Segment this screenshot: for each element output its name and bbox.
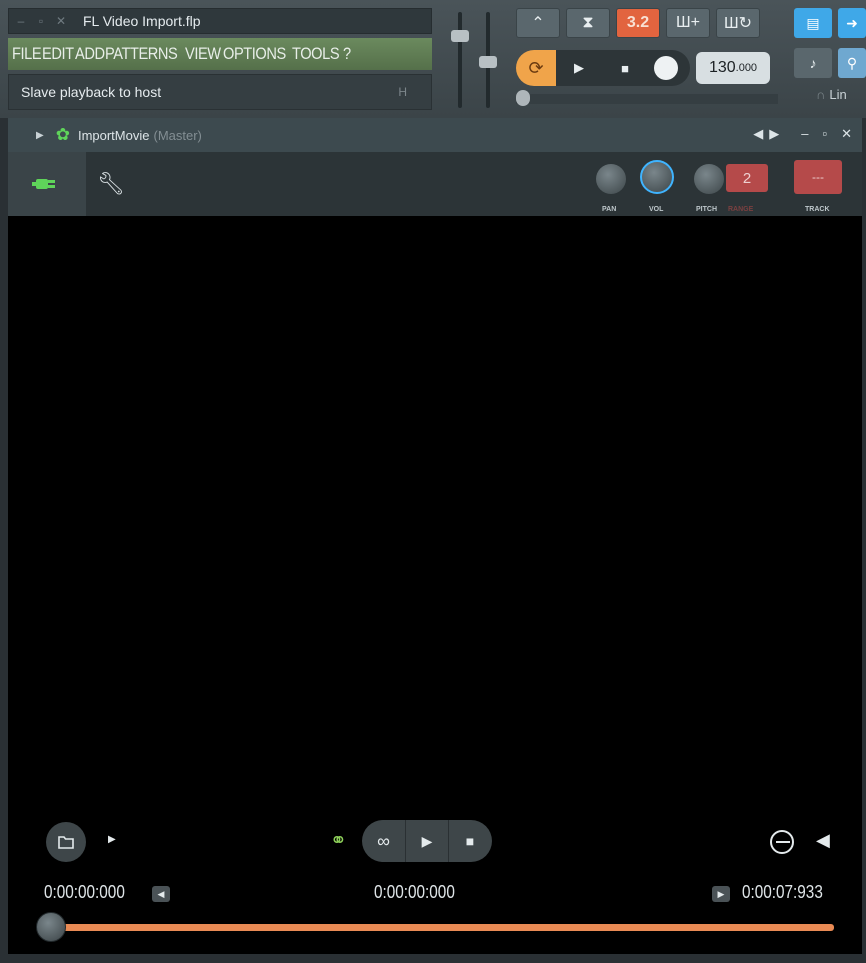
menu-add[interactable]: ADD [75, 44, 105, 64]
time-end: 0:00:07:933 [742, 882, 823, 902]
menu-patterns[interactable]: PATTERNS [105, 44, 178, 64]
song-position-thumb[interactable] [516, 90, 530, 106]
tempo-fraction: .000 [735, 62, 758, 74]
stop-video-icon[interactable]: ■ [448, 820, 491, 862]
volume-icon[interactable]: ◀ [816, 830, 830, 851]
song-position-track[interactable] [516, 94, 778, 104]
play-video-icon[interactable]: ▶ [405, 820, 448, 862]
window-controls: ◀ ▶ – ▫ ✕ [753, 126, 852, 142]
menu-view[interactable]: VIEW [185, 44, 221, 64]
menu-arrow-icon[interactable]: ▶ [108, 834, 116, 845]
toolbar-buttons: ⌃ ⧗ 3.2 Ш+ Ш↻ [516, 8, 760, 38]
fl-toolbar: – ▫ ✕ FL Video Import.flp FILE EDIT ADD … [0, 0, 866, 118]
magnet-icon: ∩ [816, 86, 826, 102]
link-icon[interactable]: ⚲ [838, 48, 866, 78]
hint-bar: Slave playback to host H [8, 74, 432, 110]
menu-help[interactable]: ? [343, 44, 351, 64]
tempo-integer: 130 [708, 59, 736, 76]
plugin-tab[interactable] [8, 152, 86, 216]
master-volume-fader[interactable] [451, 30, 469, 42]
main-menu: FILE EDIT ADD PATTERNS VIEW OPTIONS TOOL… [8, 38, 432, 70]
pitch-knob[interactable] [694, 164, 724, 194]
pattern-song-display[interactable]: 3.2 [616, 8, 660, 38]
video-area [8, 216, 862, 806]
step-forward-icon[interactable]: ▶ [712, 886, 730, 902]
settings-tab[interactable]: 🔧︎ [86, 152, 136, 216]
menu-tools[interactable]: TOOLS [292, 44, 340, 64]
tempo-display[interactable]: 130.000 [696, 52, 770, 84]
step-back-icon[interactable]: ◀ [152, 886, 170, 902]
seek-thumb[interactable] [36, 912, 66, 942]
snap-value: Lin [829, 86, 847, 102]
transport-controls: ▶ ■ [556, 50, 690, 86]
stop-icon[interactable]: ■ [602, 50, 648, 86]
time-current: 0:00:00:000 [374, 882, 455, 902]
maximize-icon[interactable]: ▫ [33, 13, 49, 29]
piano-roll-icon[interactable]: ♪ [794, 48, 832, 78]
expand-icon[interactable]: ▶ [36, 130, 44, 141]
track-label: TRACK [805, 206, 830, 213]
close-window-icon[interactable]: ✕ [841, 126, 852, 142]
snap-label[interactable]: ∩ Lin [816, 82, 866, 106]
wrench-icon: 🔧︎ [97, 171, 125, 196]
wait-for-input-icon[interactable]: ⧗ [566, 8, 610, 38]
minimize-window-icon[interactable]: – [801, 126, 808, 142]
open-file-button[interactable] [46, 822, 86, 862]
record-icon[interactable] [654, 56, 678, 80]
vol-label: VOL [649, 206, 664, 213]
seek-bar[interactable] [48, 924, 834, 931]
minimize-icon[interactable]: – [13, 13, 29, 29]
time-start: 0:00:00:000 [44, 882, 125, 902]
mixer-track-selector[interactable]: --- [794, 160, 842, 194]
plugin-title-bar[interactable]: ▶ ✿ ImportMovie (Master) ◀ ▶ – ▫ ✕ [8, 118, 862, 152]
metronome-button[interactable]: ⌃ [516, 8, 560, 38]
playback-controls: ∞ ▶ ■ [362, 820, 492, 862]
folder-icon [58, 836, 74, 849]
hint-text: Slave playback to host [21, 84, 162, 100]
volume-knob[interactable] [640, 160, 674, 194]
pitch-range-value[interactable]: 2 [726, 164, 768, 192]
pan-knob[interactable] [596, 164, 626, 194]
file-title: FL Video Import.flp [83, 13, 201, 29]
plugin-name: ImportMovie [77, 127, 150, 143]
range-label: RANGE [728, 206, 754, 213]
plug-icon [32, 179, 55, 189]
arrow-right-icon[interactable]: ➜ [838, 8, 866, 38]
maximize-window-icon[interactable]: ▫ [822, 126, 827, 142]
transport: ⟳ ▶ ■ 130.000 [516, 50, 770, 86]
pattern-song-toggle[interactable]: ⟳ [516, 50, 556, 86]
play-icon[interactable]: ▶ [556, 50, 602, 86]
loop-icon[interactable]: ∞ [362, 820, 405, 862]
plugin-options-icon[interactable]: ✿ [56, 125, 70, 145]
menu-options[interactable]: OPTIONS [223, 44, 286, 64]
pitch-label: PITCH [696, 206, 717, 213]
menu-file[interactable]: FILE [12, 44, 42, 64]
master-pitch-fader[interactable] [479, 56, 497, 68]
playlist-icon[interactable]: ▤ [794, 8, 832, 38]
link-video-icon[interactable]: ⚭ [330, 828, 347, 853]
master-volume-track[interactable] [458, 12, 462, 108]
close-icon[interactable]: ✕ [53, 13, 69, 29]
prev-preset-icon[interactable]: ◀ [753, 126, 763, 142]
plugin-channel: (Master) [153, 127, 202, 143]
pan-label: PAN [602, 206, 617, 213]
hint-shortcut: H [398, 85, 407, 99]
title-bar: – ▫ ✕ FL Video Import.flp [8, 8, 432, 34]
timer-icon[interactable] [768, 828, 796, 856]
plugin-window: ▶ ✿ ImportMovie (Master) ◀ ▶ – ▫ ✕ 🔧︎ PA… [8, 118, 862, 954]
plugin-wrapper-bar: 🔧︎ PAN VOL PITCH RANGE 2 --- TRACK [8, 152, 862, 216]
step-edit-icon[interactable]: Ш+ [666, 8, 710, 38]
master-faders [438, 8, 504, 112]
next-preset-icon[interactable]: ▶ [769, 126, 779, 142]
loop-record-icon[interactable]: Ш↻ [716, 8, 760, 38]
menu-edit[interactable]: EDIT [42, 44, 74, 64]
